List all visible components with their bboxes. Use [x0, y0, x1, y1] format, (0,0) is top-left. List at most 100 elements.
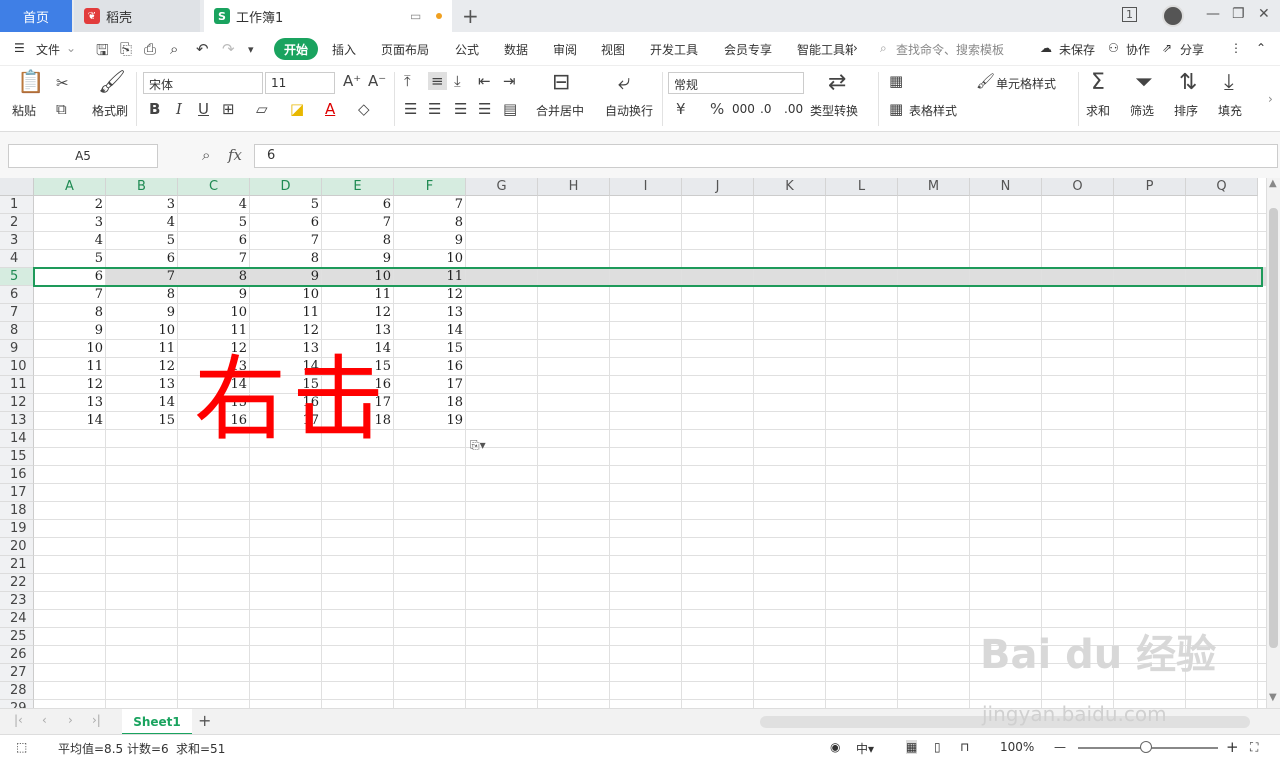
cell-a10[interactable]: 11 — [34, 358, 106, 376]
column-header-l[interactable]: L — [826, 178, 898, 196]
percent-icon[interactable]: % — [710, 100, 724, 118]
cell-d6[interactable]: 10 — [250, 286, 322, 304]
menu-tab-start[interactable]: 开始 — [274, 38, 318, 60]
cell-a1[interactable]: 2 — [34, 196, 106, 214]
type-convert-icon[interactable]: ⇄ — [828, 70, 846, 95]
wrap-text-icon[interactable]: ⤶ — [618, 70, 630, 95]
zoom-in-icon[interactable]: + — [1226, 738, 1239, 756]
column-header-b[interactable]: B — [106, 178, 178, 196]
cell-e1[interactable]: 6 — [322, 196, 394, 214]
align-right-icon[interactable]: ☰ — [454, 100, 467, 118]
border-icon[interactable]: ⊞ — [222, 100, 235, 118]
column-header-n[interactable]: N — [970, 178, 1042, 196]
filter-icon[interactable]: ⏷ — [1135, 70, 1153, 95]
cell-f1[interactable]: 7 — [394, 196, 466, 214]
page-indicator-icon[interactable]: 1 — [1122, 7, 1137, 22]
last-sheet-icon[interactable]: ›| — [92, 713, 101, 727]
cell-a11[interactable]: 12 — [34, 376, 106, 394]
row-header-13[interactable]: 13 — [0, 412, 34, 430]
row-header-4[interactable]: 4 — [0, 250, 34, 268]
cell-d4[interactable]: 8 — [250, 250, 322, 268]
column-header-h[interactable]: H — [538, 178, 610, 196]
column-header-e[interactable]: E — [322, 178, 394, 196]
row-header-21[interactable]: 21 — [0, 556, 34, 574]
add-sheet-button[interactable]: + — [198, 711, 211, 730]
zoom-formula-icon[interactable]: ⌕ — [202, 146, 210, 164]
column-header-a[interactable]: A — [34, 178, 106, 196]
cell-e2[interactable]: 7 — [322, 214, 394, 232]
row-header-23[interactable]: 23 — [0, 592, 34, 610]
conditional-format-icon[interactable]: ▦ — [889, 72, 903, 90]
align-left-icon[interactable]: ☰ — [404, 100, 417, 118]
chevron-right-icon[interactable]: › — [853, 41, 858, 55]
font-name-select[interactable]: 宋体 — [143, 72, 263, 94]
tab-daoke[interactable]: ❦ 稻壳 — [74, 0, 200, 32]
table-style-icon[interactable]: ▦ — [889, 100, 903, 118]
font-color-icon[interactable]: A — [325, 100, 335, 118]
underline-icon[interactable]: U — [198, 100, 209, 118]
ribbon-scroll-right-icon[interactable]: › — [1268, 92, 1273, 106]
cell-f7[interactable]: 13 — [394, 304, 466, 322]
export-icon[interactable]: ⎘ — [120, 40, 132, 58]
page-layout-view-icon[interactable]: ▯ — [934, 740, 941, 754]
menu-tab-view[interactable]: 视图 — [601, 41, 625, 58]
select-all-corner[interactable] — [0, 178, 34, 196]
avatar[interactable] — [1162, 5, 1184, 27]
function-icon[interactable]: fx — [228, 146, 242, 164]
menu-file[interactable]: 文件 — [36, 41, 60, 58]
cell-b9[interactable]: 11 — [106, 340, 178, 358]
cell-f3[interactable]: 9 — [394, 232, 466, 250]
cell-f12[interactable]: 18 — [394, 394, 466, 412]
fullscreen-icon[interactable]: ⛶ — [1250, 740, 1258, 755]
type-convert-button[interactable]: 类型转换 — [810, 102, 858, 119]
number-format-select[interactable]: 常规 — [668, 72, 804, 94]
fill-icon[interactable]: ⤓ — [1224, 70, 1234, 95]
menu-tab-data[interactable]: 数据 — [504, 41, 528, 58]
cell-b2[interactable]: 4 — [106, 214, 178, 232]
cell-a4[interactable]: 5 — [34, 250, 106, 268]
row-header-12[interactable]: 12 — [0, 394, 34, 412]
row-header-14[interactable]: 14 — [0, 430, 34, 448]
align-middle-icon[interactable]: ≡ — [428, 72, 447, 90]
unsaved-status[interactable]: 未保存 — [1059, 41, 1095, 58]
cell-b1[interactable]: 3 — [106, 196, 178, 214]
row-header-29[interactable]: 29 — [0, 700, 34, 708]
column-header-o[interactable]: O — [1042, 178, 1114, 196]
justify-icon[interactable]: ☰ — [478, 100, 491, 118]
chevron-down-icon[interactable]: ⌄ — [66, 41, 76, 55]
redo-icon[interactable]: ↷ — [222, 40, 235, 58]
cell-c7[interactable]: 10 — [178, 304, 250, 322]
cell-b10[interactable]: 12 — [106, 358, 178, 376]
row-header-28[interactable]: 28 — [0, 682, 34, 700]
align-center-icon[interactable]: ☰ — [428, 100, 441, 118]
zoom-out-icon[interactable]: — — [1054, 740, 1066, 754]
cell-c8[interactable]: 11 — [178, 322, 250, 340]
cell-d2[interactable]: 6 — [250, 214, 322, 232]
save-icon[interactable]: 🖫 — [96, 40, 109, 65]
paste-button[interactable]: 粘贴 — [12, 102, 36, 119]
indent-icon[interactable]: ⇥ — [503, 72, 516, 90]
cell-e4[interactable]: 9 — [322, 250, 394, 268]
cut-icon[interactable]: ✂ — [56, 74, 69, 92]
menu-tab-page-layout[interactable]: 页面布局 — [381, 41, 429, 58]
cell-e6[interactable]: 11 — [322, 286, 394, 304]
highlight-icon[interactable]: ◪ — [290, 100, 304, 118]
cell-style-button[interactable]: 单元格样式 — [996, 75, 1056, 92]
column-header-m[interactable]: M — [898, 178, 970, 196]
row-header-20[interactable]: 20 — [0, 538, 34, 556]
new-tab-button[interactable]: + — [462, 4, 479, 28]
row-header-2[interactable]: 2 — [0, 214, 34, 232]
table-style-button[interactable]: 表格样式 — [909, 102, 957, 119]
sum-icon[interactable]: Σ — [1091, 70, 1105, 95]
collapse-ribbon-icon[interactable]: ⌃ — [1256, 41, 1266, 55]
scroll-down-icon[interactable]: ▼ — [1269, 692, 1277, 703]
hamburger-icon[interactable]: ☰ — [14, 41, 25, 55]
undo-icon[interactable]: ↶ — [196, 40, 209, 58]
menu-tab-developer[interactable]: 开发工具 — [650, 41, 698, 58]
cell-d7[interactable]: 11 — [250, 304, 322, 322]
cell-b13[interactable]: 15 — [106, 412, 178, 430]
cell-c3[interactable]: 6 — [178, 232, 250, 250]
first-sheet-icon[interactable]: |‹ — [14, 713, 23, 727]
cell-c6[interactable]: 9 — [178, 286, 250, 304]
status-mode-icon[interactable]: ⬚ — [16, 740, 27, 754]
